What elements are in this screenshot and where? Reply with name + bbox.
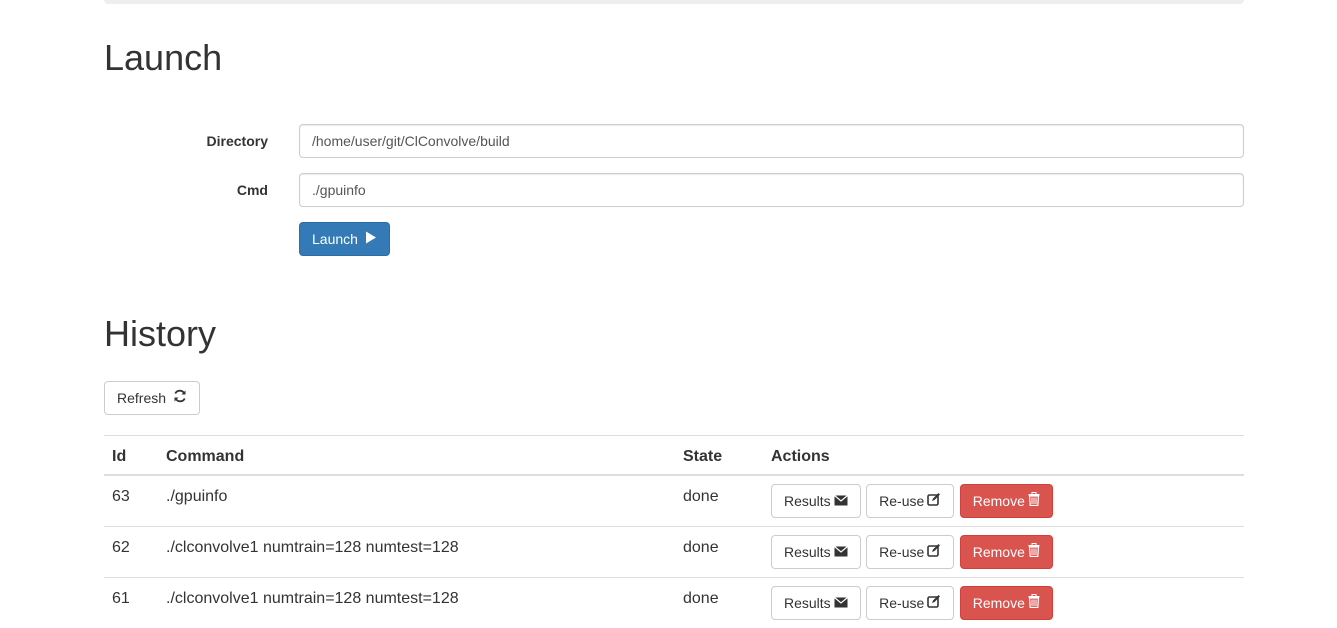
table-row: 63 ./gpuinfo done Results Re-use Remove <box>104 474 1244 526</box>
edit-icon <box>927 542 941 562</box>
row-id: 61 <box>104 576 158 628</box>
envelope-icon <box>833 491 848 511</box>
reuse-button-label: Re-use <box>879 492 925 509</box>
table-row: 62 ./clconvolve1 numtrain=128 numtest=12… <box>104 525 1244 577</box>
row-id: 62 <box>104 525 158 577</box>
row-command: ./clconvolve1 numtrain=128 numtest=128 <box>158 576 675 628</box>
column-header-id: Id <box>104 435 158 476</box>
remove-button[interactable]: Remove <box>959 483 1053 518</box>
reuse-button[interactable]: Re-use <box>866 534 955 569</box>
remove-button-label: Remove <box>972 492 1025 509</box>
envelope-icon <box>833 593 848 613</box>
trash-icon <box>1028 542 1040 562</box>
remove-button[interactable]: Remove <box>959 534 1053 569</box>
results-button[interactable]: Results <box>771 585 861 620</box>
history-table: Id Command State Actions 63 ./gpuinfo do… <box>104 435 1244 628</box>
reuse-button[interactable]: Re-use <box>866 483 955 518</box>
results-button[interactable]: Results <box>771 534 861 569</box>
trash-icon <box>1028 491 1040 511</box>
trash-icon <box>1028 593 1040 613</box>
row-actions: Results Re-use Remove <box>763 474 1244 526</box>
row-state: done <box>675 576 763 628</box>
envelope-icon <box>833 542 848 562</box>
remove-button-label: Remove <box>972 543 1025 560</box>
results-button-label: Results <box>784 543 831 560</box>
row-state: done <box>675 474 763 526</box>
reuse-button-label: Re-use <box>879 543 925 560</box>
edit-icon <box>927 491 941 511</box>
launch-heading: Launch <box>104 37 223 78</box>
row-command: ./clconvolve1 numtrain=128 numtest=128 <box>158 525 675 577</box>
cmd-label: Cmd <box>236 182 268 198</box>
column-header-command: Command <box>158 435 675 476</box>
row-state: done <box>675 525 763 577</box>
history-heading: History <box>104 313 217 354</box>
refresh-button-label: Refresh <box>117 390 167 406</box>
refresh-button[interactable]: Refresh <box>104 381 200 415</box>
remove-button[interactable]: Remove <box>959 585 1053 620</box>
table-header-row: Id Command State Actions <box>104 435 1244 476</box>
table-row: 61 ./clconvolve1 numtrain=128 numtest=12… <box>104 576 1244 628</box>
directory-row: Directory <box>104 124 1244 158</box>
directory-input[interactable] <box>299 124 1244 158</box>
reuse-button[interactable]: Re-use <box>866 585 955 620</box>
remove-button-label: Remove <box>972 594 1025 611</box>
cmd-input[interactable] <box>299 173 1244 207</box>
row-actions: Results Re-use Remove <box>763 525 1244 577</box>
directory-label: Directory <box>206 133 268 149</box>
results-button-label: Results <box>784 594 831 611</box>
results-button-label: Results <box>784 492 831 509</box>
results-button[interactable]: Results <box>771 483 861 518</box>
edit-icon <box>927 593 941 613</box>
reuse-button-label: Re-use <box>879 594 925 611</box>
row-command: ./gpuinfo <box>158 474 675 526</box>
row-id: 63 <box>104 474 158 526</box>
refresh-icon <box>173 388 187 408</box>
launch-button[interactable]: Launch <box>299 222 390 256</box>
column-header-actions: Actions <box>763 435 1244 476</box>
top-navbar-edge <box>104 0 1244 4</box>
play-icon <box>365 229 377 249</box>
column-header-state: State <box>675 435 763 476</box>
cmd-row: Cmd <box>104 173 1244 207</box>
launch-button-label: Launch <box>312 231 358 247</box>
row-actions: Results Re-use Remove <box>763 576 1244 628</box>
